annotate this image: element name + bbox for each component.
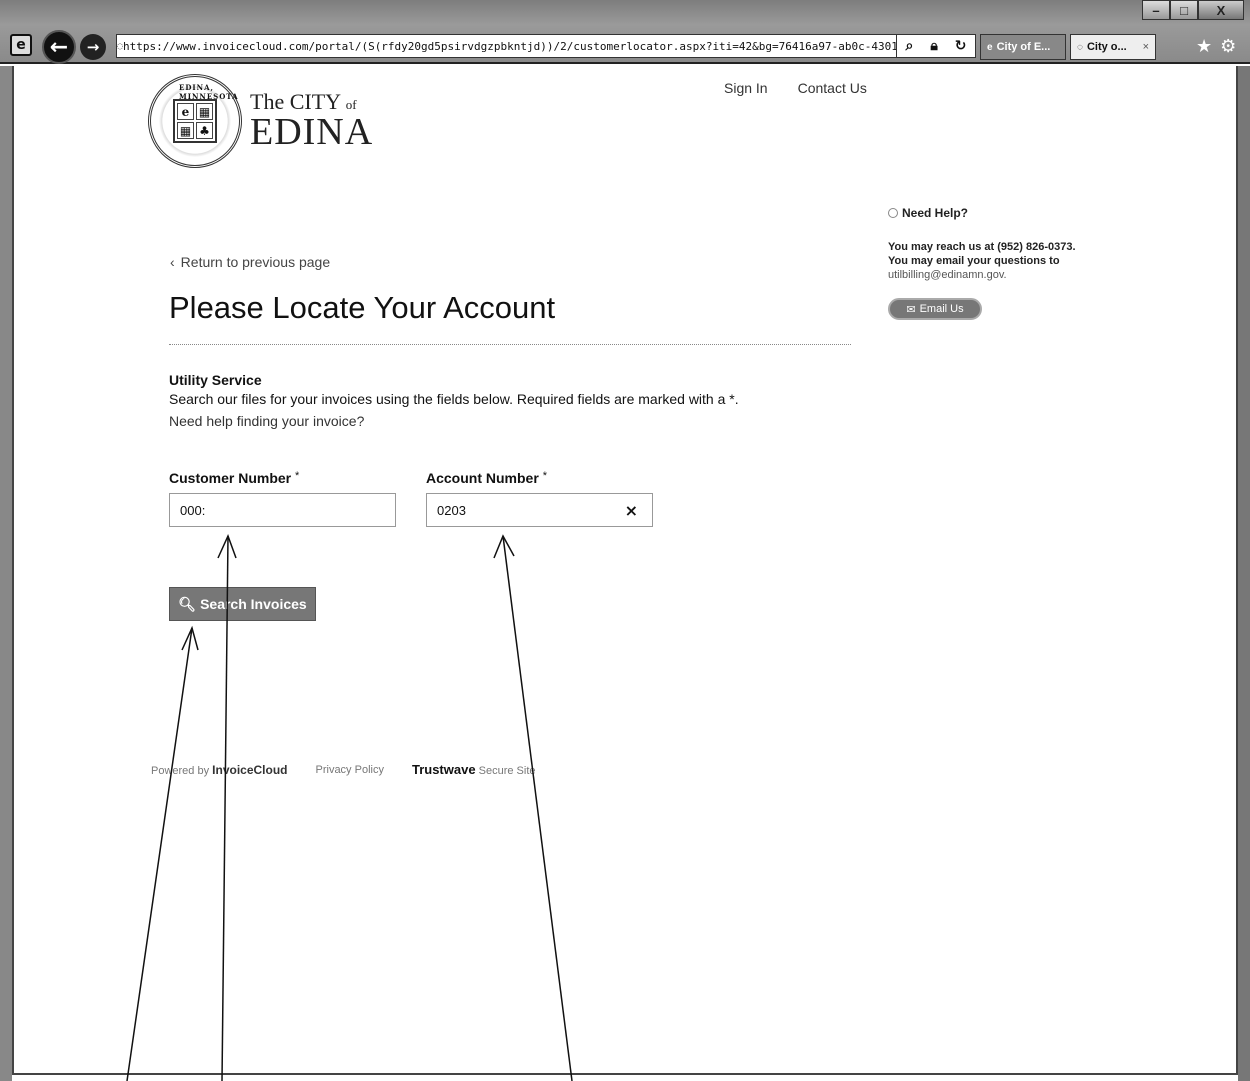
logo-of: of (345, 97, 357, 112)
city-logo[interactable]: EDINA, MINNESOTA e ▦ ▦ ♣ The CITY of EDINA (148, 74, 373, 168)
search-invoices-label: Search Invoices (200, 596, 307, 612)
account-number-value[interactable]: 0203 (437, 503, 466, 518)
tab-label: City o... (1086, 41, 1127, 53)
tab-label: City of E... (996, 41, 1051, 53)
section-title: Utility Service (169, 372, 262, 388)
favorites-star-icon[interactable]: ★ (1196, 36, 1212, 57)
return-link-label: Return to previous page (180, 254, 331, 270)
required-marker: * (542, 470, 547, 482)
secure-site-text: Secure Site (478, 765, 536, 777)
page-title: Please Locate Your Account (169, 290, 556, 325)
forward-button[interactable]: → (80, 34, 106, 60)
help-sidebar: Need Help? You may reach us at (952) 826… (888, 206, 1108, 320)
title-divider (169, 344, 851, 345)
help-email-link[interactable]: utilbilling@edinamn.gov. (888, 268, 1108, 282)
sign-in-link[interactable]: Sign In (724, 80, 768, 96)
customer-number-label-text: Customer Number (169, 470, 292, 486)
arrow-left-icon: ← (49, 34, 69, 60)
help-title-text: Need Help? (902, 206, 969, 220)
city-seal-icon: EDINA, MINNESOTA e ▦ ▦ ♣ (148, 74, 242, 168)
minimize-button[interactable]: – (1142, 0, 1170, 20)
powered-by-text: Powered by (151, 764, 210, 777)
ie-tab-icon: e (987, 41, 993, 53)
address-url[interactable]: https://www.invoicecloud.com/portal/(S(r… (123, 40, 897, 53)
return-link[interactable]: ‹ Return to previous page (170, 254, 330, 270)
email-us-button[interactable]: ✉ Email Us (888, 298, 982, 320)
help-phone: You may reach us at (952) 826-0373. (888, 241, 1076, 253)
ie-icon: e (10, 34, 32, 56)
envelope-icon: ✉ (906, 303, 916, 316)
webpage: EDINA, MINNESOTA e ▦ ▦ ♣ The CITY of EDINA … (12, 66, 1238, 1075)
top-nav: Sign In Contact Us (724, 80, 867, 96)
window-controls: – □ X (1142, 0, 1244, 20)
section-description: Search our files for your invoices using… (169, 391, 739, 407)
tab-city-of-edina-2[interactable]: ◌ City o... × (1070, 34, 1156, 60)
help-circle-icon (888, 208, 898, 218)
clear-icon[interactable]: × (625, 501, 638, 520)
refresh-icon[interactable]: ↻ (955, 38, 967, 54)
required-marker: * (295, 470, 300, 482)
back-button[interactable]: ← (42, 30, 76, 64)
trustwave-logo[interactable]: Trustwave (412, 762, 476, 777)
account-number-label: Account Number * (426, 470, 547, 486)
logo-wordmark: The CITY of EDINA (250, 91, 374, 153)
search-icon[interactable]: ⌕ (905, 38, 913, 54)
browser-nav-row: e ← → ◌ https://www.invoicecloud.com/por… (0, 30, 1250, 64)
tab-close-icon[interactable]: × (1143, 41, 1149, 53)
customer-number-label: Customer Number * (169, 470, 299, 486)
email-us-label: Email Us (919, 303, 964, 315)
magnifier-icon: 🔍︎ (178, 595, 197, 612)
contact-us-link[interactable]: Contact Us (798, 80, 867, 96)
help-title: Need Help? (888, 206, 1108, 220)
invoicecloud-logo[interactable]: InvoiceCloud (212, 763, 287, 777)
page-right-edge (1238, 66, 1250, 1081)
page-tab-icon: ◌ (1077, 41, 1083, 53)
browser-toolbar: – □ X e ← → ◌ https://www.invoicecloud.c… (0, 0, 1250, 64)
tab-city-of-edina-1[interactable]: e City of E... (980, 34, 1066, 60)
account-number-input[interactable]: 0203 × (426, 493, 653, 527)
browser-tools: ★ ⚙ (1196, 36, 1236, 57)
lock-icon[interactable]: 🔒︎ (930, 38, 937, 54)
page-footer: Powered by InvoiceCloud Privacy Policy T… (151, 762, 536, 777)
help-finding-link[interactable]: Need help finding your invoice? (169, 413, 364, 429)
customer-number-value[interactable]: 000: (180, 503, 205, 518)
privacy-policy-link[interactable]: Privacy Policy (316, 764, 384, 776)
address-bar[interactable]: ◌ https://www.invoicecloud.com/portal/(S… (116, 34, 898, 58)
chevron-left-icon: ‹ (170, 254, 175, 270)
account-number-label-text: Account Number (426, 470, 539, 486)
settings-gear-icon[interactable]: ⚙ (1220, 36, 1236, 57)
arrow-right-icon: → (86, 38, 100, 56)
maximize-button[interactable]: □ (1170, 0, 1198, 20)
address-tools: ⌕ 🔒︎ ↻ (896, 34, 976, 58)
close-window-button[interactable]: X (1198, 0, 1244, 20)
customer-number-input[interactable]: 000: (169, 493, 396, 527)
page-left-edge (0, 66, 12, 1081)
search-invoices-button[interactable]: 🔍︎ Search Invoices (169, 587, 316, 621)
logo-edina: EDINA (250, 111, 374, 153)
help-email-text: You may email your questions to (888, 255, 1060, 267)
